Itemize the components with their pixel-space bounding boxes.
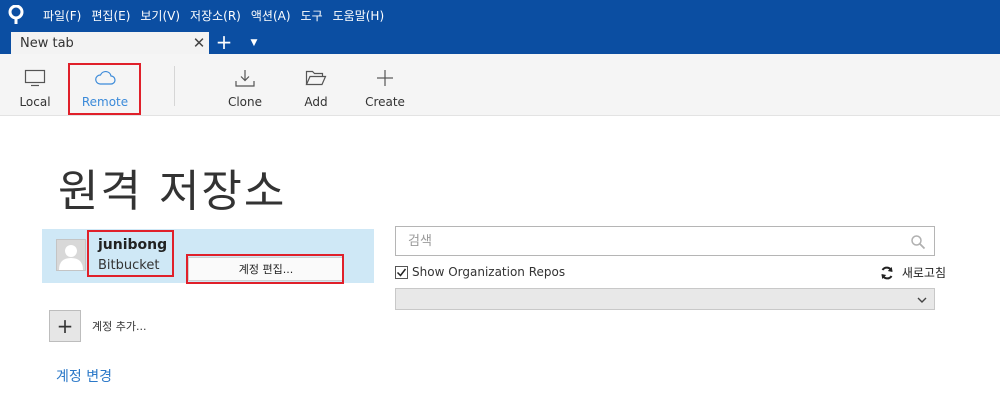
chevron-down-icon[interactable]: ▼ [246,31,262,53]
chevron-down-icon [916,292,928,306]
refresh-label: 새로고침 [901,265,946,280]
menu-view[interactable]: 보기(V) [140,7,180,24]
menu-edit[interactable]: 편집(E) [91,7,130,24]
remote-button[interactable]: Remote [70,54,140,116]
cloud-icon [94,67,116,89]
add-label: Add [304,95,328,109]
folder-open-icon [305,67,327,89]
account-item[interactable]: junibong Bitbucket 계정 편집... [42,229,374,283]
page-title: 원격 저장소 [58,166,287,217]
menu-help[interactable]: 도움말(H) [333,7,385,24]
monitor-icon [24,67,46,89]
add-tab-icon[interactable]: + [214,31,234,53]
clone-label: Clone [227,95,263,109]
check-icon [396,268,407,277]
download-icon [234,67,256,89]
toolbar: Local Remote Clone Add Create [0,54,1000,116]
tab-label: New tab [20,35,74,51]
local-button[interactable]: Local [15,54,55,116]
sourcetree-logo-icon [0,0,32,30]
add-account-label[interactable]: 계정 추가... [92,318,146,334]
menu-actions[interactable]: 액션(A) [251,7,291,24]
show-org-repos-row[interactable]: Show Organization Repos [395,264,565,280]
change-account-link[interactable]: 계정 변경 [56,366,112,386]
menu-tools[interactable]: 도구 [301,7,323,24]
avatar [56,239,86,271]
refresh-button[interactable]: 새로고침 [880,263,946,281]
account-name: junibong [98,237,168,253]
show-org-repos-label: Show Organization Repos [412,265,566,279]
repo-filter-select[interactable] [395,288,935,310]
menu-bar: 파일(F) 편집(E) 보기(V) 저장소(R) 액션(A) 도구 도움말(H) [0,0,1000,30]
clone-button[interactable]: Clone [222,54,268,116]
plus-icon [375,67,395,89]
tab-strip: New tab ✕ + ▼ [0,30,1000,54]
toolbar-divider [174,66,175,106]
close-icon[interactable]: ✕ [189,34,209,52]
local-label: Local [19,95,51,109]
remote-label: Remote [81,95,129,109]
edit-account-button[interactable]: 계정 편집... [188,257,344,281]
menu-file[interactable]: 파일(F) [43,7,81,24]
refresh-icon [880,265,894,280]
search-box [395,226,935,256]
create-button[interactable]: Create [362,54,408,116]
search-input[interactable] [396,227,934,255]
tab-new-tab[interactable]: New tab ✕ [11,32,209,54]
search-icon[interactable] [910,234,926,250]
account-host: Bitbucket [98,258,160,273]
add-account-button[interactable]: + [49,310,81,342]
create-label: Create [365,95,405,109]
add-button[interactable]: Add [296,54,336,116]
show-org-repos-checkbox[interactable] [395,265,408,279]
menu-repository[interactable]: 저장소(R) [190,7,241,24]
